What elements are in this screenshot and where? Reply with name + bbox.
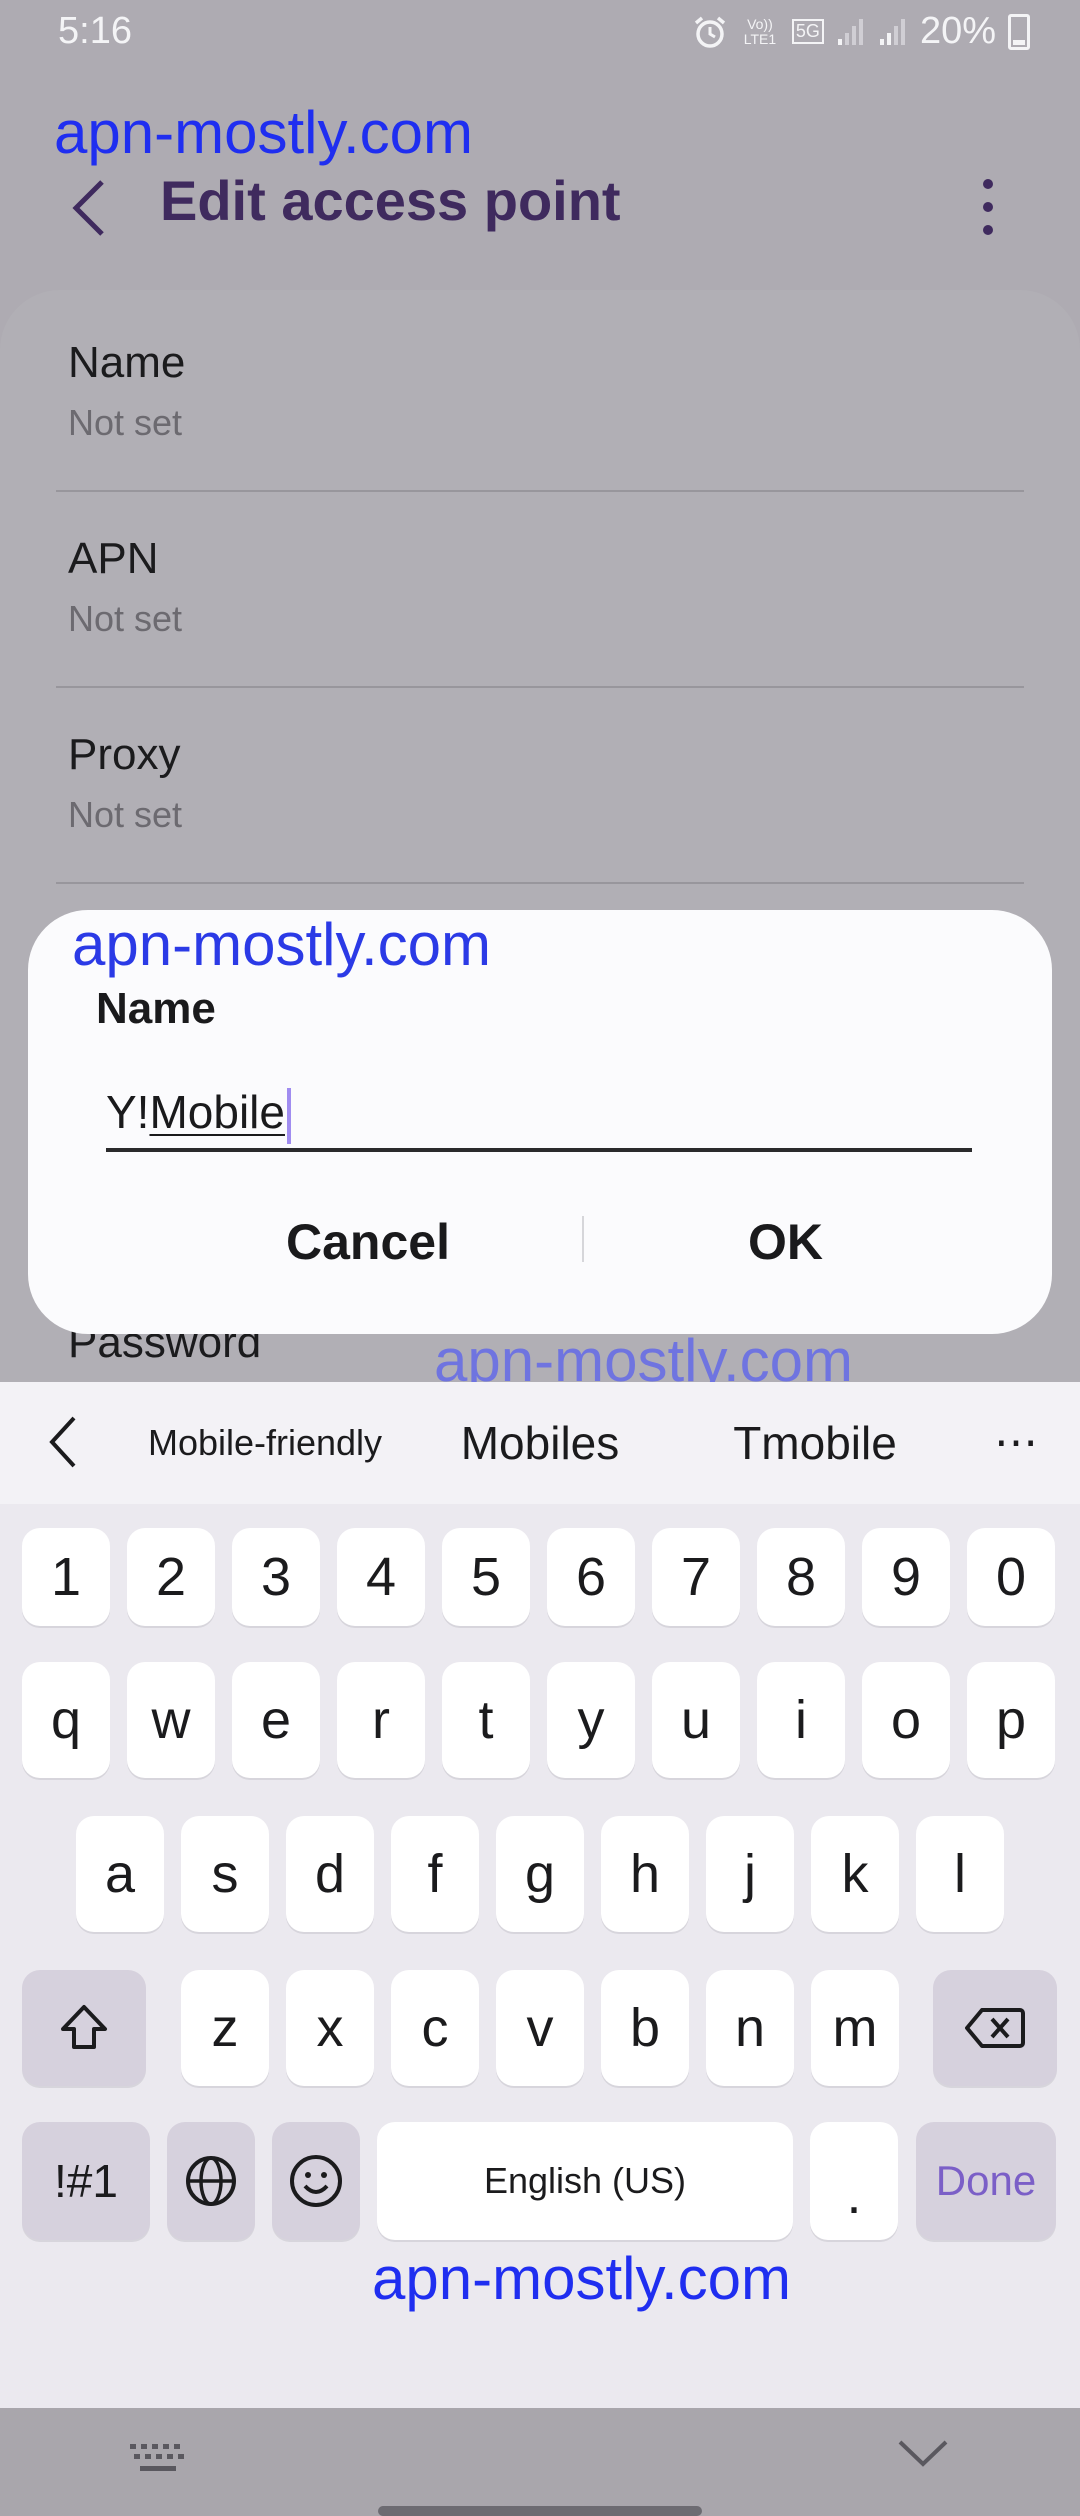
text-cursor — [286, 1087, 291, 1144]
key-x[interactable]: x — [286, 1970, 374, 2086]
home-indicator[interactable] — [378, 2506, 702, 2516]
field-apn[interactable]: APN Not set — [68, 534, 182, 640]
key-8[interactable]: 8 — [757, 1528, 845, 1626]
key-j[interactable]: j — [706, 1816, 794, 1932]
key-area: 1 2 3 4 5 6 7 8 9 0 q w e r t y u i o p … — [0, 1504, 1080, 2516]
key-l[interactable]: l — [916, 1816, 1004, 1932]
key-7[interactable]: 7 — [652, 1528, 740, 1626]
watermark: apn-mostly.com — [54, 99, 474, 166]
field-label: Name — [68, 338, 186, 387]
key-n[interactable]: n — [706, 1970, 794, 2086]
key-5[interactable]: 5 — [442, 1528, 530, 1626]
key-e[interactable]: e — [232, 1662, 320, 1778]
key-9[interactable]: 9 — [862, 1528, 950, 1626]
key-s[interactable]: s — [181, 1816, 269, 1932]
cancel-label: Cancel — [286, 1214, 450, 1270]
done-key[interactable]: Done — [916, 2122, 1056, 2240]
key-f[interactable]: f — [391, 1816, 479, 1932]
globe-icon — [186, 2156, 236, 2206]
input-text-prefix: Y! — [106, 1086, 150, 1138]
key-i[interactable]: i — [757, 1662, 845, 1778]
network-type-icon: 5G — [791, 19, 824, 44]
signal-icon-1 — [837, 18, 863, 45]
field-name[interactable]: Name Not set — [68, 338, 185, 444]
battery-percent: 20% — [919, 10, 996, 52]
keyboard: Mobile-friendly Mobiles Tmobile ⋯ 1 2 3 … — [0, 1382, 1080, 2516]
key-b[interactable]: b — [601, 1970, 689, 2086]
cancel-button[interactable]: Cancel — [158, 1192, 578, 1292]
field-value: Not set — [68, 794, 183, 835]
more-options-icon[interactable] — [968, 172, 1008, 242]
language-key[interactable] — [167, 2122, 255, 2240]
suggestion[interactable]: Mobile-friendly — [130, 1382, 400, 1504]
watermark: apn-mostly.com — [372, 2245, 792, 2312]
clock: 5:16 — [58, 10, 132, 52]
ok-label: OK — [748, 1214, 823, 1270]
key-p[interactable]: p — [967, 1662, 1055, 1778]
key-q[interactable]: q — [22, 1662, 110, 1778]
watermark: apn-mostly.com — [72, 911, 492, 978]
key-6[interactable]: 6 — [547, 1528, 635, 1626]
symbols-key[interactable]: !#1 — [22, 2122, 150, 2240]
field-proxy[interactable]: Proxy Not set — [68, 730, 182, 836]
alarm-icon — [694, 16, 726, 48]
shift-key[interactable] — [22, 1970, 146, 2086]
page-title: Edit access point — [160, 169, 621, 232]
shift-icon — [61, 2005, 107, 2049]
battery-icon — [1008, 13, 1030, 50]
suggestion[interactable]: Tmobile — [700, 1382, 930, 1504]
status-icons: Vo)) LTE1 5G 20% — [692, 10, 1030, 53]
suggestion[interactable]: Mobiles — [430, 1382, 650, 1504]
input-text-word: Mobile — [149, 1086, 285, 1138]
signal-icon-2 — [879, 18, 905, 45]
period-key[interactable]: . — [810, 2122, 898, 2240]
more-suggestions-icon[interactable]: ⋯ — [976, 1382, 1056, 1504]
key-w[interactable]: w — [127, 1662, 215, 1778]
divider — [56, 490, 1024, 492]
key-d[interactable]: d — [286, 1816, 374, 1932]
field-value: Not set — [68, 598, 183, 639]
dialog-title: Name — [96, 984, 216, 1033]
backspace-icon — [965, 2008, 1025, 2048]
hide-keyboard-icon[interactable] — [896, 2436, 950, 2470]
key-3[interactable]: 3 — [232, 1528, 320, 1626]
ok-button[interactable]: OK — [588, 1192, 1048, 1292]
key-a[interactable]: a — [76, 1816, 164, 1932]
field-label: Proxy — [68, 730, 181, 779]
key-v[interactable]: v — [496, 1970, 584, 2086]
key-y[interactable]: y — [547, 1662, 635, 1778]
backspace-key[interactable] — [933, 1970, 1057, 2086]
divider — [56, 882, 1024, 884]
key-m[interactable]: m — [811, 1970, 899, 2086]
chevron-left-icon[interactable] — [44, 1410, 84, 1474]
key-h[interactable]: h — [601, 1816, 689, 1932]
keyboard-switch-icon[interactable] — [128, 2442, 188, 2476]
suggestion-bar: Mobile-friendly Mobiles Tmobile ⋯ — [0, 1382, 1080, 1504]
status-bar: 5:16 Vo)) LTE1 5G 20% — [0, 0, 1080, 70]
key-z[interactable]: z — [181, 1970, 269, 2086]
field-label: APN — [68, 534, 159, 583]
key-t[interactable]: t — [442, 1662, 530, 1778]
name-dialog: apn-mostly.com Name Y!Mobile Cancel OK — [28, 910, 1052, 1334]
key-o[interactable]: o — [862, 1662, 950, 1778]
button-separator — [582, 1216, 584, 1262]
back-arrow-icon[interactable] — [62, 168, 122, 248]
emoji-icon — [290, 2155, 342, 2207]
emoji-key[interactable] — [272, 2122, 360, 2240]
key-k[interactable]: k — [811, 1816, 899, 1932]
key-g[interactable]: g — [496, 1816, 584, 1932]
space-key[interactable]: English (US) — [377, 2122, 793, 2240]
key-2[interactable]: 2 — [127, 1528, 215, 1626]
key-1[interactable]: 1 — [22, 1528, 110, 1626]
volte-icon: Vo)) LTE1 — [743, 15, 777, 47]
key-4[interactable]: 4 — [337, 1528, 425, 1626]
name-input[interactable]: Y!Mobile — [106, 1080, 972, 1152]
key-c[interactable]: c — [391, 1970, 479, 2086]
key-0[interactable]: 0 — [967, 1528, 1055, 1626]
field-value: Not set — [68, 402, 183, 443]
divider — [56, 686, 1024, 688]
key-u[interactable]: u — [652, 1662, 740, 1778]
key-r[interactable]: r — [337, 1662, 425, 1778]
